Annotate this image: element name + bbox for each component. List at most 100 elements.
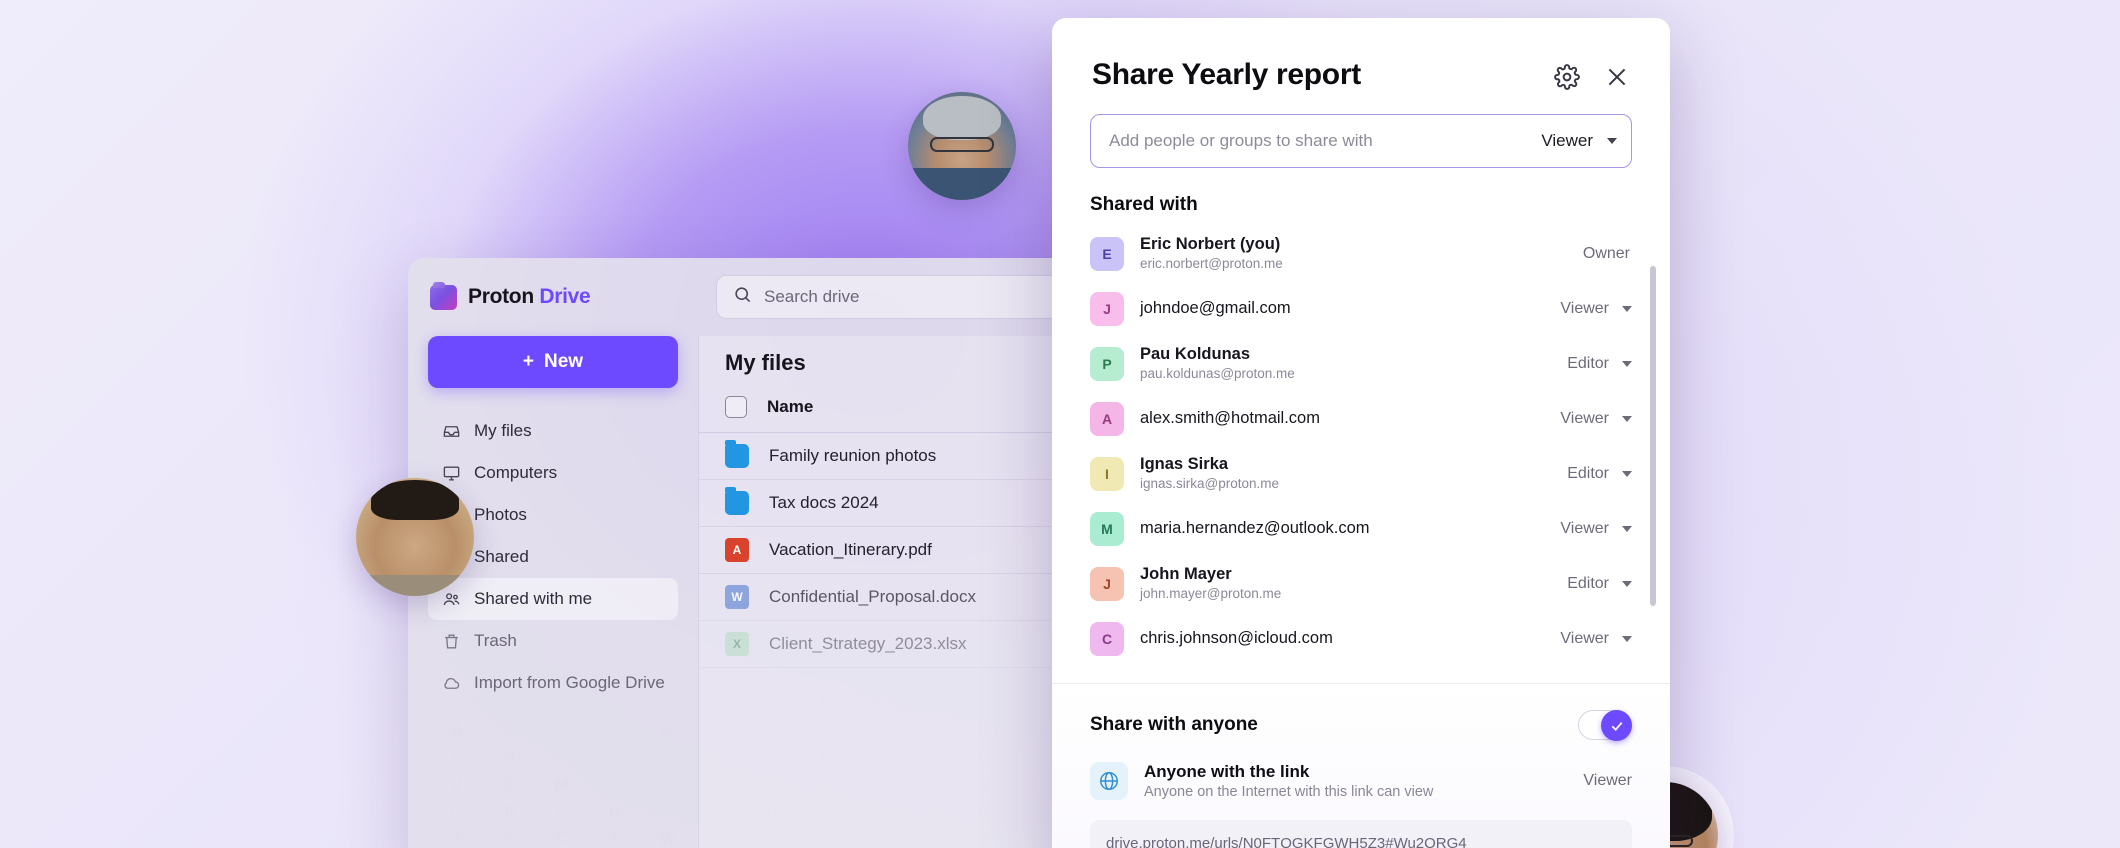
sidebar-label: Import from Google Drive: [474, 673, 665, 692]
person-role-label: Owner: [1582, 244, 1630, 262]
chevron-down-icon: [1622, 415, 1632, 422]
avatar-shirt: [908, 167, 1016, 200]
person-info: Pau Koldunas pau.koldunas@proton.me: [1140, 344, 1551, 382]
person-name: Eric Norbert (you): [1140, 235, 1281, 254]
file-name: Client_Strategy_2023.xlsx: [769, 634, 967, 653]
invite-field-wrapper[interactable]: Add people or groups to share with Viewe…: [1090, 114, 1632, 168]
person-name: Pau Koldunas: [1140, 345, 1251, 364]
shared-with-heading-row: Shared with: [1052, 168, 1670, 226]
close-icon[interactable]: [1604, 64, 1630, 90]
share-with-anyone-toggle[interactable]: [1578, 710, 1632, 741]
person-role-dropdown[interactable]: Viewer: [1560, 630, 1632, 648]
sidebar-label: Trash: [474, 631, 517, 650]
search-placeholder: Search drive: [764, 287, 860, 306]
person-email: pau.koldunas@proton.me: [1140, 366, 1295, 382]
anyone-with-link-role[interactable]: Viewer: [1583, 772, 1632, 790]
shared-person-row[interactable]: J John Mayer john.mayer@proton.me Editor: [1090, 556, 1632, 611]
person-info: chris.johnson@icloud.com: [1140, 628, 1544, 649]
avatar: J: [1090, 291, 1124, 326]
dialog-title: Share Yearly report: [1092, 58, 1361, 91]
person-role-dropdown[interactable]: Editor: [1567, 465, 1632, 483]
person-email: ignas.sirka@proton.me: [1140, 476, 1280, 492]
avatar-glasses: [929, 137, 995, 153]
file-name: Vacation_Itinerary.pdf: [769, 540, 932, 559]
invite-role-label: Viewer: [1541, 131, 1593, 150]
anyone-with-link-title: Anyone with the link: [1144, 762, 1310, 781]
chevron-down-icon: [1622, 470, 1632, 477]
folder-icon: [725, 440, 749, 468]
select-all-checkbox[interactable]: [725, 396, 747, 418]
search-icon: [733, 285, 752, 309]
person-role-label: Viewer: [1560, 519, 1609, 537]
shared-person-row[interactable]: Jjohndoe@gmail.com Viewer: [1090, 281, 1632, 336]
person-email: eric.norbert@proton.me: [1140, 256, 1283, 272]
person-name: maria.hernandez@outlook.com: [1140, 519, 1370, 538]
avatar-floating-left: [356, 478, 474, 596]
invite-role-dropdown[interactable]: Viewer: [1541, 131, 1617, 151]
brand-name-prefix: Proton: [468, 285, 534, 308]
toggle-knob: [1601, 710, 1632, 741]
dialog-header: Share Yearly report: [1052, 18, 1670, 92]
shared-person-row[interactable]: Aalex.smith@hotmail.com Viewer: [1090, 391, 1632, 446]
person-role-label: Viewer: [1560, 629, 1609, 647]
avatar: A: [1090, 401, 1124, 436]
xls-file-icon: X: [725, 632, 749, 656]
person-role-static: Owner: [1583, 245, 1632, 263]
word-file-icon: W: [725, 585, 749, 609]
shared-person-row[interactable]: Mmaria.hernandez@outlook.com Viewer: [1090, 501, 1632, 556]
column-header-name: Name: [767, 397, 814, 416]
shared-person-row[interactable]: E Eric Norbert (you) eric.norbert@proton.m…: [1090, 226, 1632, 281]
my-files-icon: [441, 421, 461, 441]
share-dialog: Share Yearly report Add people or groups…: [1052, 18, 1670, 848]
trash-icon: [441, 631, 461, 651]
person-role-dropdown[interactable]: Viewer: [1560, 300, 1632, 318]
person-role-label: Viewer: [1560, 299, 1609, 317]
shared-person-row[interactable]: I Ignas Sirka ignas.sirka@proton.me Editor: [1090, 446, 1632, 501]
anyone-with-link-info: Anyone with the link Anyone on the Inter…: [1144, 762, 1567, 800]
person-name: John Mayer: [1140, 565, 1232, 584]
invite-row: Add people or groups to share with Viewe…: [1052, 92, 1670, 168]
avatar: I: [1090, 456, 1124, 491]
avatar: E: [1090, 236, 1124, 271]
person-info: Ignas Sirka ignas.sirka@proton.me: [1140, 454, 1551, 492]
invite-placeholder[interactable]: Add people or groups to share with: [1109, 131, 1531, 151]
person-info: maria.hernandez@outlook.com: [1140, 518, 1544, 539]
person-info: alex.smith@hotmail.com: [1140, 408, 1544, 429]
anyone-with-link-row[interactable]: Anyone with the link Anyone on the Inter…: [1090, 740, 1632, 800]
person-role-dropdown[interactable]: Viewer: [1560, 410, 1632, 428]
shared-person-row[interactable]: P Pau Koldunas pau.koldunas@proton.me Edito…: [1090, 336, 1632, 391]
person-role-dropdown[interactable]: Editor: [1567, 355, 1632, 373]
avatar: C: [1090, 621, 1124, 656]
person-role-label: Editor: [1567, 354, 1609, 372]
avatar-floating-top: [908, 92, 1016, 200]
sidebar-item-trash[interactable]: Trash: [428, 620, 678, 662]
brand-name-suffix: Drive: [539, 285, 591, 308]
share-with-anyone-header: Share with anyone: [1090, 710, 1632, 741]
avatar-hair: [923, 96, 1001, 140]
folder-icon: [725, 487, 749, 515]
sidebar-item-import-google-drive[interactable]: Import from Google Drive: [428, 662, 678, 704]
person-role-label: Editor: [1567, 464, 1609, 482]
avatar: M: [1090, 511, 1124, 546]
sidebar-item-my-files[interactable]: My files: [428, 410, 678, 452]
people-rows: E Eric Norbert (you) eric.norbert@proton.m…: [1090, 226, 1632, 666]
gear-icon[interactable]: [1554, 64, 1580, 90]
globe-icon: [1090, 762, 1128, 800]
new-button[interactable]: + New: [428, 336, 678, 388]
avatar: P: [1090, 346, 1124, 381]
person-info: Eric Norbert (you) eric.norbert@proton.me: [1140, 234, 1567, 272]
person-role-dropdown[interactable]: Viewer: [1560, 520, 1632, 538]
screen-root: DOL4EQFFFOLCXFTK2AGSRAADXDR0GOX0FDRDGOB8…: [0, 0, 2120, 848]
person-name: alex.smith@hotmail.com: [1140, 409, 1320, 428]
list-scrollbar[interactable]: [1650, 266, 1656, 606]
person-role-dropdown[interactable]: Editor: [1567, 575, 1632, 593]
file-name: Tax docs 2024: [769, 493, 879, 512]
avatar-hair: [371, 480, 459, 521]
proton-drive-brand[interactable]: Proton Drive: [430, 281, 698, 310]
chevron-down-icon: [1622, 305, 1632, 312]
share-link-url[interactable]: drive.proton.me/urls/N0FTQGKFGWH5Z3#Wu2Q…: [1090, 820, 1632, 848]
shared-with-list[interactable]: E Eric Norbert (you) eric.norbert@proton.m…: [1052, 226, 1670, 683]
chevron-down-icon: [1622, 525, 1632, 532]
person-name: johndoe@gmail.com: [1140, 299, 1291, 318]
shared-person-row[interactable]: Cchris.johnson@icloud.com Viewer: [1090, 611, 1632, 666]
